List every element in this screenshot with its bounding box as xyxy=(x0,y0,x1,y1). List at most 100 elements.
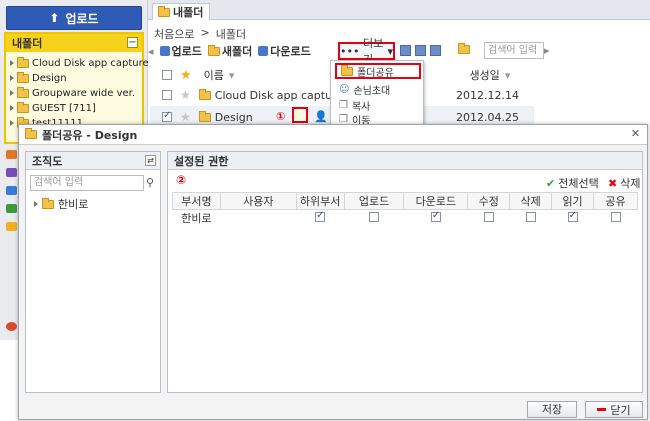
sort-icon[interactable]: ▾ xyxy=(505,69,511,82)
tree-item[interactable]: Cloud Disk app capture xyxy=(10,56,149,70)
column-upload: 업로드 xyxy=(343,192,405,210)
select-all-checkbox[interactable] xyxy=(162,70,172,80)
tab-label: 내폴더 xyxy=(173,6,204,19)
delete-checkbox[interactable] xyxy=(525,211,536,222)
select-all-button[interactable]: ✔ 전체선택 xyxy=(546,175,599,191)
folder-share-icon xyxy=(341,64,353,76)
collapse-icon[interactable]: − xyxy=(127,37,138,48)
view-mode-group xyxy=(400,45,441,56)
expand-icon[interactable] xyxy=(10,105,14,111)
column-name[interactable]: 이름 xyxy=(204,67,224,83)
scroll-right-icon[interactable]: ▸ xyxy=(544,44,550,57)
step-marker-2: ② xyxy=(176,173,187,187)
tab-bar: 내폴더 xyxy=(148,0,650,20)
chrome-icon[interactable] xyxy=(6,322,17,331)
permissions-pane: 설정된 권한 ② ✔ 전체선택 ✖ 삭제 부서명 사용자 하위부서 업로드 다운 xyxy=(167,151,643,393)
view-list-icon[interactable] xyxy=(430,45,441,56)
modify-checkbox[interactable] xyxy=(483,211,494,222)
tree-item[interactable]: Groupware wide ver. xyxy=(10,86,135,100)
file-name[interactable]: Cloud Disk app capture xyxy=(215,89,343,102)
folder-icon xyxy=(42,197,54,209)
row-dept: 한비로 xyxy=(172,209,221,226)
row-checkbox[interactable] xyxy=(162,110,172,122)
star-icon[interactable]: ★ xyxy=(180,88,191,102)
upload-icon xyxy=(159,46,170,56)
expand-icon[interactable] xyxy=(34,201,38,207)
download-icon xyxy=(258,46,269,56)
download-button[interactable]: 다운로드 xyxy=(258,43,311,59)
cloud-icon[interactable] xyxy=(6,150,17,159)
scroll-left-icon[interactable]: ◂ xyxy=(148,45,154,58)
subdept-checkbox[interactable] xyxy=(315,210,326,222)
menu-item-label: 손님초대 xyxy=(353,85,391,97)
calendar-icon[interactable] xyxy=(6,168,17,177)
download-label: 다운로드 xyxy=(270,45,311,58)
org-chart-title: 조직도 xyxy=(32,154,63,168)
folder-share-dialog: 폴더공유 - Design ✕ 조직도 ⇄ 검색어 입력 ⚲ 한비로 설정된 권… xyxy=(18,124,648,420)
expand-icon[interactable] xyxy=(10,90,14,96)
tree-item-label: Groupware wide ver. xyxy=(32,87,136,99)
row-checkbox[interactable] xyxy=(162,90,172,100)
tree-item-label: GUEST [711] xyxy=(32,102,96,114)
move-icon: ❐ xyxy=(339,113,348,125)
upload-toolbar-label: 업로드 xyxy=(171,45,202,58)
dialog-title-bar: 폴더공유 - Design xyxy=(19,125,647,145)
search-icon[interactable]: ⚲ xyxy=(146,176,154,189)
mail-icon[interactable] xyxy=(6,186,17,195)
delete-button[interactable]: ✖ 삭제 xyxy=(608,175,640,191)
upload-checkbox[interactable] xyxy=(369,211,380,222)
file-name[interactable]: Design xyxy=(215,111,253,124)
menu-item-folder-share[interactable]: 폴더공유 xyxy=(335,63,421,79)
upload-toolbar-button[interactable]: 업로드 xyxy=(159,43,202,59)
read-checkbox[interactable] xyxy=(567,210,578,222)
folder-tree-header[interactable]: 내폴더 xyxy=(6,34,142,52)
expand-icon[interactable] xyxy=(10,60,14,66)
star-icon[interactable]: ★ xyxy=(180,110,191,124)
close-icon[interactable]: ✕ xyxy=(630,128,641,140)
folder-icon xyxy=(17,86,29,98)
share-checkbox[interactable] xyxy=(610,211,621,222)
download-checkbox[interactable] xyxy=(430,210,441,222)
save-button[interactable]: 저장 xyxy=(527,401,577,418)
column-user: 사용자 xyxy=(219,192,297,210)
menu-item-copy[interactable]: ❐ 복사 xyxy=(335,97,421,113)
folder-icon xyxy=(17,56,29,68)
view-calendar-icon[interactable] xyxy=(415,45,426,56)
column-read: 읽기 xyxy=(551,192,595,210)
folder-green-icon[interactable] xyxy=(6,204,17,213)
close-button-label: 닫기 xyxy=(610,403,631,417)
copy-icon: ❐ xyxy=(339,99,348,111)
star-icon[interactable] xyxy=(6,222,17,231)
new-folder-button[interactable]: 새폴더 xyxy=(207,43,252,59)
sort-icon[interactable]: ▾ xyxy=(229,69,235,82)
view-thumbnail-icon[interactable] xyxy=(400,45,411,56)
upload-button[interactable]: ⬆ 업로드 xyxy=(6,6,142,30)
breadcrumb-home[interactable]: 처음으로 xyxy=(154,26,194,42)
menu-item-invite-guest[interactable]: ☺ 손님초대 xyxy=(335,81,421,97)
expand-icon[interactable] xyxy=(10,75,14,81)
column-created[interactable]: 생성일 xyxy=(469,67,499,83)
table-row[interactable]: 한비로 xyxy=(172,209,638,226)
tree-item-label: Cloud Disk app capture xyxy=(32,57,149,69)
close-dash-icon xyxy=(597,408,607,411)
org-search-input[interactable]: 검색어 입력 xyxy=(30,175,144,191)
step-marker-1: ① xyxy=(276,110,286,123)
search-input[interactable]: 검색어 입력 xyxy=(484,42,544,59)
refresh-icon[interactable]: ⇄ xyxy=(145,155,156,166)
org-node[interactable]: 한비로 xyxy=(34,196,88,212)
more-button[interactable]: ••• 더보기 ▾ xyxy=(338,37,395,66)
invite-user-icon[interactable]: 👤 xyxy=(314,110,328,123)
column-dept: 부서명 xyxy=(172,192,221,210)
column-modify: 수정 xyxy=(467,192,511,210)
permissions-header: 설정된 권한 xyxy=(168,152,642,170)
column-subdept: 하위부서 xyxy=(295,192,345,210)
org-chart-pane: 조직도 ⇄ 검색어 입력 ⚲ 한비로 xyxy=(25,151,161,393)
folder-menu-icon[interactable] xyxy=(458,43,470,57)
file-date: 2012.12.14 xyxy=(456,88,519,102)
tree-item[interactable]: GUEST [711] xyxy=(10,101,96,115)
tab-my-folder[interactable]: 내폴더 xyxy=(152,3,210,20)
expand-icon[interactable] xyxy=(10,120,14,126)
folder-share-icon[interactable] xyxy=(292,107,308,123)
close-button[interactable]: 닫기 xyxy=(585,401,643,418)
tree-item[interactable]: Design xyxy=(10,71,67,85)
